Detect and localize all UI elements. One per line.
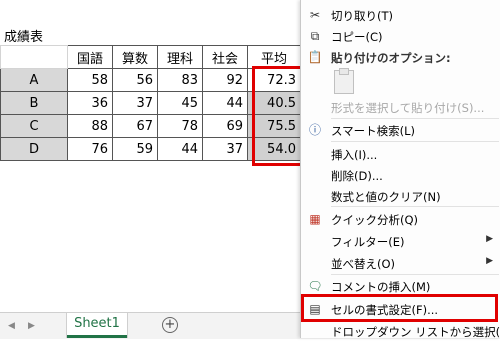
sheet-title[interactable]: 成績表 [4,26,43,45]
scissors-icon: ✂ [309,8,321,22]
paste-options-header: 📋 貼り付けのオプション: [301,46,500,68]
paste-option-button[interactable] [334,68,354,94]
menu-item-paste-special[interactable]: 形式を選択して貼り付け(S)... [301,96,500,118]
student-name-cell[interactable]: B [0,91,68,115]
header-cell[interactable]: 社会 [202,45,248,69]
sheet-tab[interactable]: Sheet1 [67,313,127,338]
format-cells-highlight [301,294,498,322]
header-cell[interactable]: 国語 [67,45,113,69]
score-cell[interactable]: 37 [202,137,248,161]
score-cell[interactable]: 83 [157,68,203,92]
menu-item-label: 形式を選択して貼り付け(S)... [331,101,485,115]
menu-item-insert[interactable]: 挿入(I)... [301,143,500,165]
score-cell[interactable]: 36 [67,91,113,115]
menu-item-delete[interactable]: 削除(D)... [301,164,500,186]
score-cell[interactable]: 59 [112,137,158,161]
menu-item-label: 削除(D)... [331,169,383,183]
menu-item-filter[interactable]: フィルター(E) ▶ [301,230,500,252]
smart-lookup-icon: ⓘ [308,123,321,137]
menu-item-dropdown-list[interactable]: ドロップダウン リストから選択(K)... [301,320,500,342]
menu-item-label: コピー(C) [331,30,383,44]
submenu-arrow-icon: ▶ [486,256,493,266]
menu-item-label: 挿入(I)... [331,148,378,162]
header-blank-cell[interactable] [0,45,68,69]
menu-item-copy[interactable]: ⧉ コピー(C) [301,25,500,47]
copy-icon: ⧉ [310,29,320,43]
score-cell[interactable]: 78 [157,114,203,138]
scroll-right-icon[interactable]: ▶ [28,321,35,331]
score-cell[interactable]: 56 [112,68,158,92]
menu-item-label: クイック分析(Q) [331,213,419,227]
score-cell[interactable]: 58 [67,68,113,92]
score-cell[interactable]: 88 [67,114,113,138]
menu-item-smart-lookup[interactable]: ⓘ スマート検索(L) [301,119,500,141]
menu-item-label: 切り取り(T) [331,9,393,23]
menu-item-label: 並べ替え(O) [331,257,396,271]
score-cell[interactable]: 69 [202,114,248,138]
header-cell[interactable]: 算数 [112,45,158,69]
student-name-cell[interactable]: C [0,114,68,138]
quick-analysis-icon: ▦ [309,212,321,226]
add-sheet-button[interactable]: + [162,317,178,333]
student-name-cell[interactable]: D [0,137,68,161]
submenu-arrow-icon: ▶ [486,234,493,244]
score-cell[interactable]: 44 [157,137,203,161]
menu-item-label: フィルター(E) [331,235,405,249]
score-cell[interactable]: 45 [157,91,203,115]
score-cell[interactable]: 67 [112,114,158,138]
average-column-highlight [252,66,307,166]
student-name-cell[interactable]: A [0,68,68,92]
score-cell[interactable]: 92 [202,68,248,92]
comment-icon: 🗨 [307,279,323,293]
menu-separator [331,141,499,142]
score-cell[interactable]: 37 [112,91,158,115]
score-cell[interactable]: 44 [202,91,248,115]
menu-item-quick-analysis[interactable]: ▦ クイック分析(Q) [301,208,500,230]
context-menu: ✂ 切り取り(T) ⧉ コピー(C) 📋 貼り付けのオプション: 形式を選択して… [300,0,500,339]
menu-separator [331,206,499,207]
paste-options-label: 貼り付けのオプション: [331,51,451,65]
menu-item-label: スマート検索(L) [331,124,416,138]
menu-item-label: 数式と値のクリア(N) [331,190,441,204]
menu-item-label: コメントの挿入(M) [331,280,431,294]
score-cell[interactable]: 76 [67,137,113,161]
header-cell[interactable]: 理科 [157,45,203,69]
menu-item-clear-contents[interactable]: 数式と値のクリア(N) [301,185,500,207]
paste-icon: 📋 [307,50,323,64]
scroll-left-icon[interactable]: ◀ [8,321,15,331]
menu-item-cut[interactable]: ✂ 切り取り(T) [301,4,500,26]
menu-item-sort[interactable]: 並べ替え(O) ▶ [301,252,500,274]
